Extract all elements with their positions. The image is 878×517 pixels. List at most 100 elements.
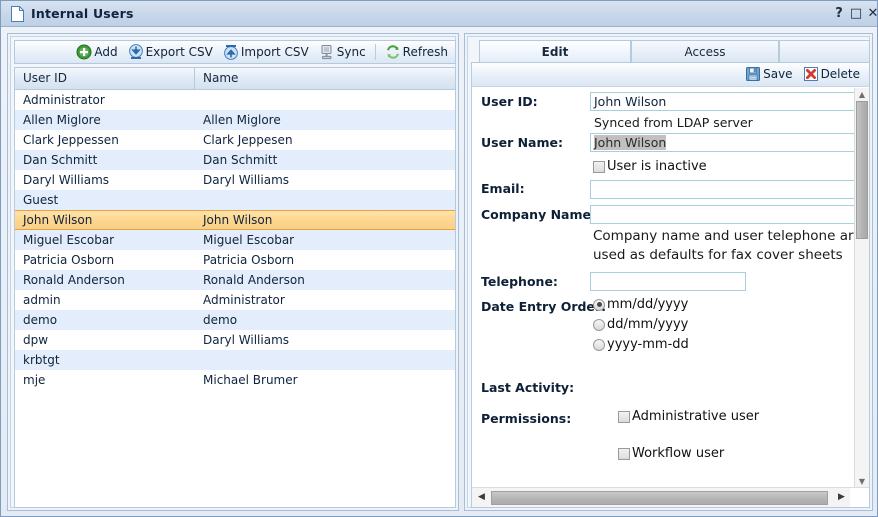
date-order-radio[interactable]	[593, 299, 605, 311]
maximize-button[interactable]: □	[848, 6, 864, 22]
cell-name: Michael Brumer	[195, 370, 455, 390]
table-row[interactable]: Miguel EscobarMiguel Escobar	[15, 230, 455, 250]
tab-access[interactable]: Access	[631, 40, 779, 63]
email-label: Email:	[481, 181, 525, 196]
cell-user-id: krbtgt	[15, 350, 195, 370]
column-header-user-id[interactable]: User ID	[15, 68, 195, 89]
column-header-name[interactable]: Name	[195, 68, 455, 89]
add-button[interactable]: Add	[71, 41, 122, 63]
window-title: Internal Users	[31, 6, 134, 21]
table-row[interactable]: Administrator	[15, 90, 455, 110]
export-csv-label: Export CSV	[146, 45, 213, 59]
table-row[interactable]: Daryl WilliamsDaryl Williams	[15, 170, 455, 190]
cell-user-id: demo	[15, 310, 195, 330]
save-label: Save	[763, 67, 792, 81]
table-body: AdministratorAllen MigloreAllen MigloreC…	[15, 90, 455, 390]
cell-user-id: Miguel Escobar	[15, 230, 195, 250]
internal-users-window: Internal Users ? □ ✕	[0, 0, 878, 517]
permission-workflow-row[interactable]: Workflow user	[618, 446, 724, 461]
table-row[interactable]: Patricia OsbornPatricia Osborn	[15, 250, 455, 270]
cell-user-id: Daryl Williams	[15, 170, 195, 190]
import-csv-button[interactable]: Import CSV	[218, 41, 314, 63]
date-order-option-row[interactable]: mm/dd/yyyy	[593, 297, 688, 312]
red-x-icon	[803, 66, 819, 82]
close-button[interactable]: ✕	[865, 6, 878, 22]
cell-name: Administrator	[195, 290, 455, 310]
table-row[interactable]: Guest	[15, 190, 455, 210]
export-csv-button[interactable]: Export CSV	[123, 41, 218, 63]
table-row[interactable]: Ronald AndersonRonald Anderson	[15, 270, 455, 290]
table-row[interactable]: Clark JeppessenClark Jeppesen	[15, 130, 455, 150]
email-input[interactable]	[590, 180, 869, 199]
table-row[interactable]: dpwDaryl Williams	[15, 330, 455, 350]
vertical-scroll-thumb[interactable]	[856, 101, 868, 239]
table-row[interactable]: John WilsonJohn Wilson	[15, 210, 455, 230]
window-titlebar: Internal Users ? □ ✕	[1, 1, 877, 27]
scroll-up-arrow-icon[interactable]: ▲	[855, 88, 869, 101]
permission-admin-row[interactable]: Administrative user	[618, 409, 759, 424]
user-inactive-checkbox-row[interactable]: User is inactive	[593, 159, 707, 174]
cell-name: Allen Miglore	[195, 110, 455, 130]
date-order-radio-label: dd/mm/yyyy	[607, 317, 688, 332]
delete-button[interactable]: Delete	[798, 63, 865, 85]
form-horizontal-scrollbar[interactable]: ◀ ▶	[472, 487, 869, 507]
detail-tabstrip: Edit Access	[471, 40, 870, 63]
plus-circle-icon	[76, 44, 92, 60]
users-list-frame: Add Export CSV	[10, 36, 456, 508]
cell-user-id: dpw	[15, 330, 195, 350]
company-help-text-line1: Company name and user telephone ar	[593, 228, 854, 244]
user-inactive-checkbox[interactable]	[593, 161, 605, 173]
delete-label: Delete	[821, 67, 860, 81]
cell-name: John Wilson	[195, 211, 455, 229]
cell-name: demo	[195, 310, 455, 330]
users-list-panel: Add Export CSV	[7, 33, 459, 511]
user-name-selected-value: John Wilson	[594, 135, 666, 150]
cell-name: Ronald Anderson	[195, 270, 455, 290]
permission-admin-checkbox[interactable]	[618, 411, 630, 423]
date-order-radio-label: mm/dd/yyyy	[607, 297, 688, 312]
permissions-label: Permissions:	[481, 411, 571, 426]
horizontal-scroll-thumb[interactable]	[491, 491, 828, 505]
user-name-input[interactable]: John Wilson	[590, 133, 869, 152]
floppy-disk-icon	[745, 66, 761, 82]
permission-workflow-checkbox[interactable]	[618, 448, 630, 460]
sync-button[interactable]: Sync	[314, 41, 371, 63]
cell-user-id: mje	[15, 370, 195, 390]
tab-edit[interactable]: Edit	[479, 40, 631, 63]
cell-user-id: Clark Jeppessen	[15, 130, 195, 150]
table-row[interactable]: Dan SchmittDan Schmitt	[15, 150, 455, 170]
scroll-left-arrow-icon[interactable]: ◀	[474, 490, 489, 505]
table-row[interactable]: adminAdministrator	[15, 290, 455, 310]
date-order-option-row[interactable]: dd/mm/yyyy	[593, 317, 688, 332]
user-detail-frame: Edit Access	[467, 36, 870, 508]
cell-name: Daryl Williams	[195, 170, 455, 190]
refresh-label: Refresh	[403, 45, 448, 59]
scroll-right-arrow-icon[interactable]: ▶	[834, 490, 849, 505]
table-row[interactable]: demodemo	[15, 310, 455, 330]
date-order-radio[interactable]	[593, 319, 605, 331]
document-icon	[11, 6, 24, 22]
user-id-input[interactable]: John Wilson	[590, 92, 869, 111]
cell-name: Patricia Osborn	[195, 250, 455, 270]
table-row[interactable]: krbtgt	[15, 350, 455, 370]
table-row[interactable]: mjeMichael Brumer	[15, 370, 455, 390]
date-order-option-row[interactable]: yyyy-mm-dd	[593, 337, 689, 352]
date-order-radio[interactable]	[593, 339, 605, 351]
import-csv-label: Import CSV	[241, 45, 309, 59]
telephone-input[interactable]	[590, 272, 746, 291]
cell-name: Miguel Escobar	[195, 230, 455, 250]
last-activity-label: Last Activity:	[481, 380, 574, 395]
company-name-input[interactable]	[590, 205, 869, 224]
help-button[interactable]: ?	[831, 6, 847, 22]
refresh-button[interactable]: Refresh	[380, 41, 453, 63]
cell-user-id: Dan Schmitt	[15, 150, 195, 170]
cell-user-id: Administrator	[15, 90, 195, 110]
cell-user-id: Allen Miglore	[15, 110, 195, 130]
save-button[interactable]: Save	[740, 63, 797, 85]
table-row[interactable]: Allen MigloreAllen Miglore	[15, 110, 455, 130]
cell-user-id: Ronald Anderson	[15, 270, 195, 290]
cell-user-id: Patricia Osborn	[15, 250, 195, 270]
date-entry-order-label: Date Entry Order:	[481, 299, 606, 314]
form-vertical-scrollbar[interactable]: ▲ ▼	[854, 88, 869, 488]
cell-name	[195, 350, 455, 370]
